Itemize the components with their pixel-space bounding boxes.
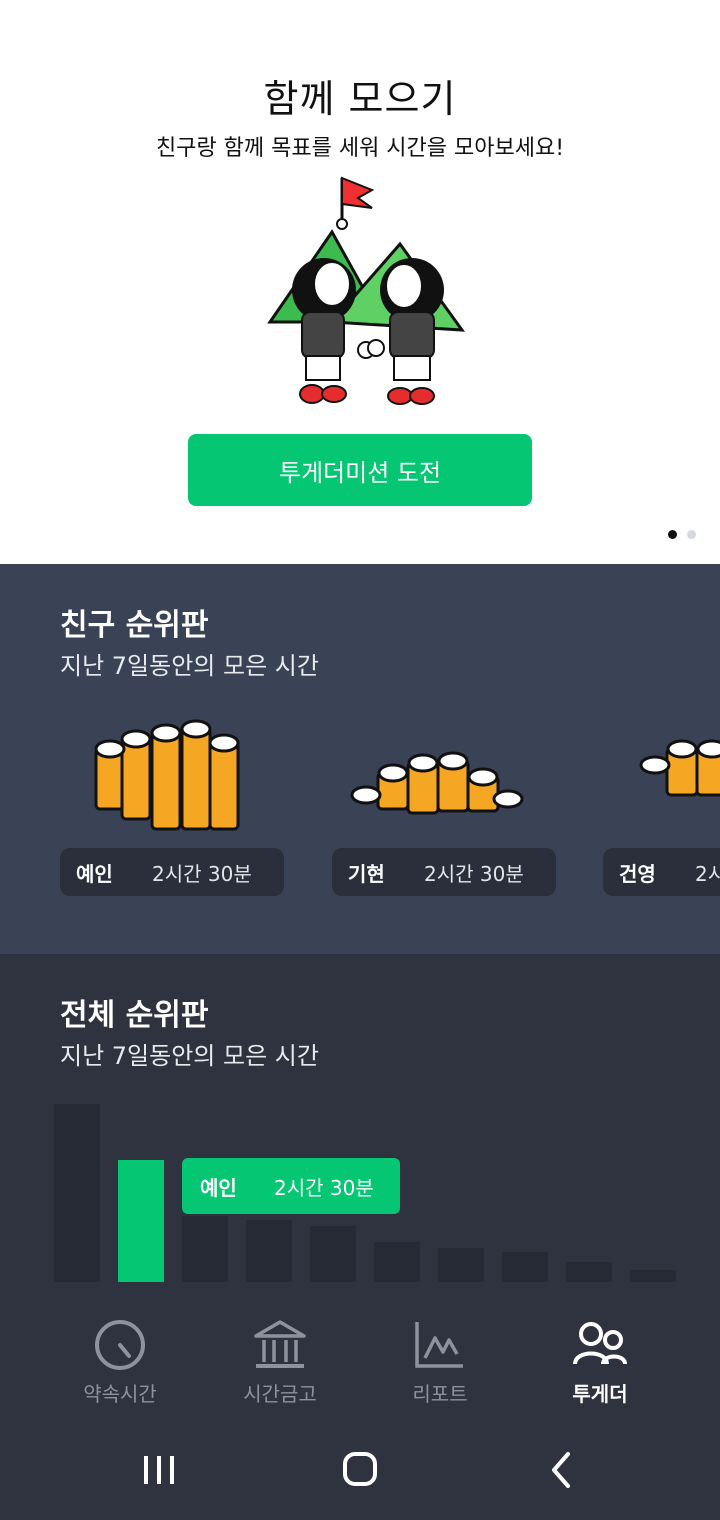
nav-label: 시간금고 [243,1382,317,1406]
nav-item-time-vault[interactable]: 시간금고 [200,1304,360,1416]
friend-name-pill: 건영 2시간 30분 [603,848,720,896]
together-mission-button[interactable]: 투게더미션 도전 [188,434,532,506]
hero-banner: 함께 모으기 친구랑 함께 목표를 세워 시간을 모아보세요! 투게더미션 도전 [0,0,720,564]
ranking-bar[interactable] [246,1220,292,1282]
page-indicator [668,530,696,539]
back-icon[interactable] [538,1448,588,1492]
tooltip-name: 예인 [200,1175,237,1200]
friend-card[interactable]: 예인 2시간 30분 [60,709,310,897]
friend-time: 2시간 30분 [152,861,252,886]
overall-ranking-title: 전체 순위판 [60,998,209,1033]
ranking-bar[interactable] [374,1242,420,1282]
bank-icon [254,1320,306,1368]
friend-time: 2시간 30분 [424,861,524,886]
overall-ranking-subtitle: 지난 7일동안의 모은 시간 [60,1042,319,1070]
nav-item-together[interactable]: 투게더 [520,1304,680,1416]
tooltip-time: 2시간 30분 [274,1175,374,1200]
hero-subtitle: 친구랑 함께 목표를 세워 시간을 모아보세요! [155,136,565,161]
people-icon [573,1322,627,1365]
ranking-bar[interactable] [630,1270,676,1282]
friend-name: 건영 [619,861,656,886]
ranking-bar[interactable] [182,1216,228,1282]
coin-stack-icon [350,751,524,815]
bottom-navigation: 약속시간 시간금고 리포트 투게더 [0,1304,720,1416]
ranking-bar[interactable] [502,1252,548,1282]
home-icon[interactable] [335,1448,385,1492]
together-mountain-illustration [267,176,466,405]
friend-name-pill: 기현 2시간 30분 [332,848,556,896]
friend-ranking-subtitle: 지난 7일동안의 모은 시간 [60,652,319,680]
nav-label: 리포트 [412,1382,468,1406]
page-dot [687,530,696,539]
system-navigation-bar [0,1416,720,1520]
friend-card[interactable]: 건영 2시간 30분 [603,709,720,897]
friend-ranking-section: 친구 순위판 지난 7일동안의 모은 시간 예인 2시간 30분 기현 2시간 … [0,564,720,954]
ranking-tooltip: 예인 2시간 30분 [182,1158,400,1214]
overall-ranking-section: 전체 순위판 지난 7일동안의 모은 시간 예인 2시간 30분 [0,954,720,1304]
friend-ranking-title: 친구 순위판 [60,608,209,643]
chart-icon [415,1322,463,1368]
ranking-bar-highlighted[interactable] [118,1160,164,1282]
hero-title: 함께 모으기 [263,77,457,121]
coin-stack-icon [639,739,720,797]
nav-label: 투게더 [572,1382,628,1406]
coin-stack-icon [94,719,240,831]
nav-item-promise-time[interactable]: 약속시간 [40,1304,200,1416]
nav-item-report[interactable]: 리포트 [360,1304,520,1416]
recent-apps-icon[interactable] [134,1448,184,1492]
friend-card[interactable]: 기현 2시간 30분 [332,709,582,897]
ranking-bar[interactable] [310,1226,356,1282]
ranking-bar[interactable] [566,1262,612,1282]
friend-name-pill: 예인 2시간 30분 [60,848,284,896]
clock-icon [95,1320,145,1370]
page-dot-active [668,530,677,539]
friend-name: 예인 [76,861,113,886]
friend-time: 2시간 30분 [695,861,720,886]
ranking-bar[interactable] [438,1248,484,1282]
nav-label: 약속시간 [83,1382,157,1406]
ranking-bar[interactable] [54,1104,100,1282]
friend-name: 기현 [348,861,385,886]
